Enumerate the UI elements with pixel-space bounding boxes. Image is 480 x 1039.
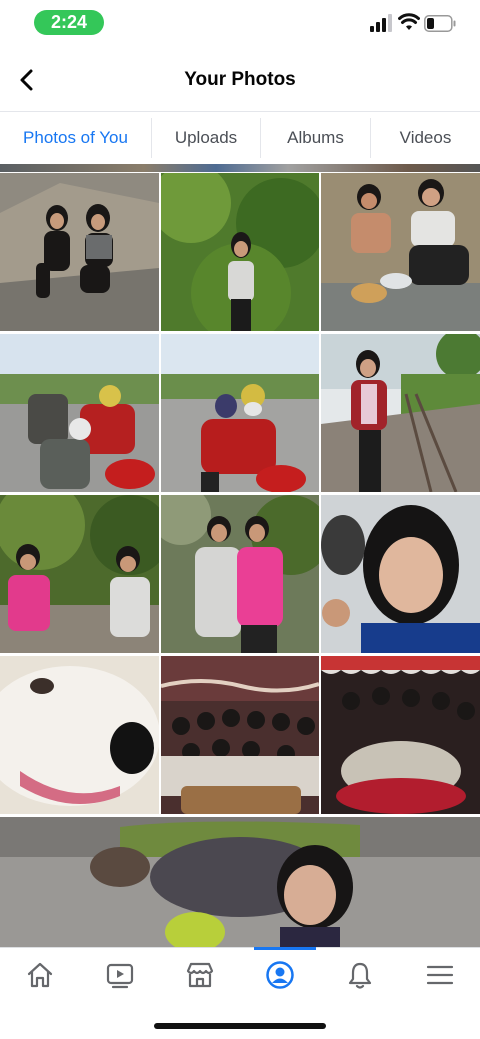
profile-icon[interactable] xyxy=(265,960,295,990)
photo-thumbnail[interactable] xyxy=(161,495,319,653)
photo-thumbnail[interactable] xyxy=(0,656,159,814)
photo-thumbnail[interactable] xyxy=(321,495,480,653)
photo-thumbnail[interactable] xyxy=(0,495,159,653)
page-title: Your Photos xyxy=(184,69,296,90)
wifi-icon xyxy=(398,13,420,30)
photo-thumbnail[interactable] xyxy=(0,817,480,947)
photo-thumbnail[interactable] xyxy=(161,656,319,814)
photo-thumbnail[interactable] xyxy=(0,334,159,492)
photo-thumbnail[interactable] xyxy=(161,334,319,492)
bottom-navigation xyxy=(0,947,480,1004)
tab-photos-of-you[interactable]: Photos of You xyxy=(0,112,151,164)
tab-albums[interactable]: Albums xyxy=(261,112,370,164)
watch-video-icon[interactable] xyxy=(105,960,135,990)
home-icon[interactable] xyxy=(25,960,55,990)
photo-thumbnail[interactable] xyxy=(321,173,480,331)
active-tab-indicator xyxy=(254,947,316,950)
tab-bar: Photos of You Uploads Albums Videos xyxy=(0,112,480,164)
tab-videos[interactable]: Videos xyxy=(371,112,480,164)
header: Your Photos xyxy=(0,48,480,112)
menu-icon[interactable] xyxy=(425,960,455,990)
photo-thumbnail[interactable] xyxy=(321,656,480,814)
cellular-signal-icon xyxy=(370,14,392,32)
bell-icon[interactable] xyxy=(345,960,375,990)
marketplace-icon[interactable] xyxy=(185,960,215,990)
home-indicator xyxy=(154,1023,326,1029)
status-bar: 2:24 xyxy=(0,0,480,48)
partial-photo-row[interactable] xyxy=(0,164,480,172)
photo-thumbnail[interactable] xyxy=(161,173,319,331)
status-time: 2:24 xyxy=(34,10,104,35)
photo-thumbnail[interactable] xyxy=(0,173,159,331)
battery-icon xyxy=(424,15,456,32)
tab-uploads[interactable]: Uploads xyxy=(152,112,260,164)
photo-thumbnail[interactable] xyxy=(321,334,480,492)
